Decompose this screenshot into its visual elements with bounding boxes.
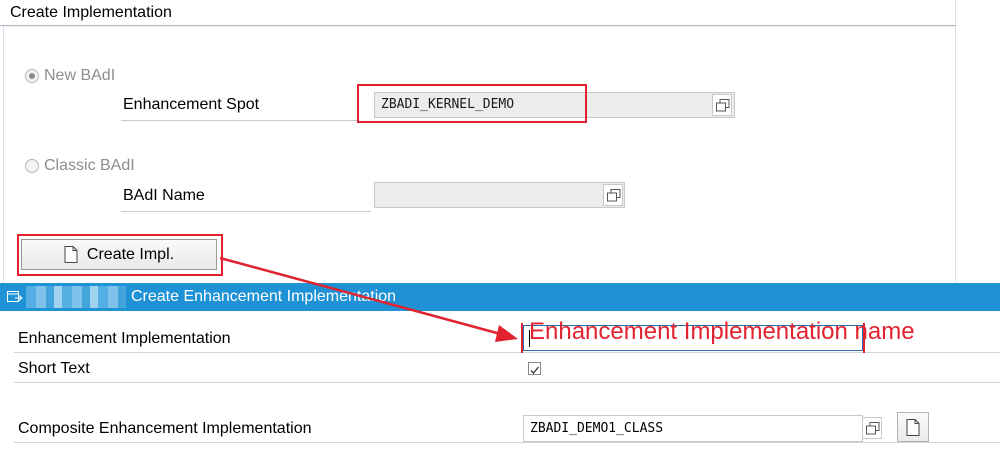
value-help-icon — [866, 422, 880, 435]
enhancement-spot-value-help-button[interactable] — [712, 94, 732, 116]
radio-selected-icon — [25, 69, 39, 83]
create-composite-button[interactable] — [897, 412, 929, 442]
check-icon — [530, 366, 539, 374]
badi-name-value-help-button[interactable] — [603, 184, 623, 206]
enhancement-spot-highlight — [357, 84, 587, 123]
composite-enhancement-implementation-label: Composite Enhancement Implementation — [18, 420, 312, 437]
classic-badi-label: Classic BAdI — [44, 157, 135, 174]
short-text-label: Short Text — [18, 360, 90, 377]
composite-enhancement-implementation-input[interactable]: ZBADI_DEMO1_CLASS — [523, 415, 863, 442]
enhancement-spot-label: Enhancement Spot — [121, 93, 357, 121]
value-help-icon — [607, 189, 621, 202]
radio-unselected-icon — [25, 159, 39, 173]
dialog-titlebar: Create Enhancement Implementation — [0, 283, 1000, 311]
new-badi-radio[interactable]: New BAdI — [25, 67, 115, 85]
new-document-icon — [906, 419, 920, 436]
value-help-icon — [716, 99, 730, 112]
row-divider — [14, 442, 1000, 443]
badi-name-label: BAdI Name — [121, 184, 371, 212]
dialog-icon — [7, 291, 23, 302]
row-divider — [14, 382, 1000, 383]
enhancement-implementation-label: Enhancement Implementation — [18, 330, 231, 347]
dialog-title: Create Enhancement Implementation — [131, 288, 397, 305]
badi-name-input[interactable] — [374, 182, 625, 208]
redacted-system-name — [26, 286, 126, 308]
create-impl-highlight — [17, 234, 223, 276]
classic-badi-radio[interactable]: Classic BAdI — [25, 157, 135, 175]
short-text-checkbox[interactable] — [528, 362, 541, 375]
annotation-text: Enhancement Implementation name — [529, 318, 915, 345]
section-title: Create Implementation — [0, 0, 956, 26]
composite-value-help-button[interactable] — [862, 417, 882, 439]
new-badi-label: New BAdI — [44, 67, 116, 84]
